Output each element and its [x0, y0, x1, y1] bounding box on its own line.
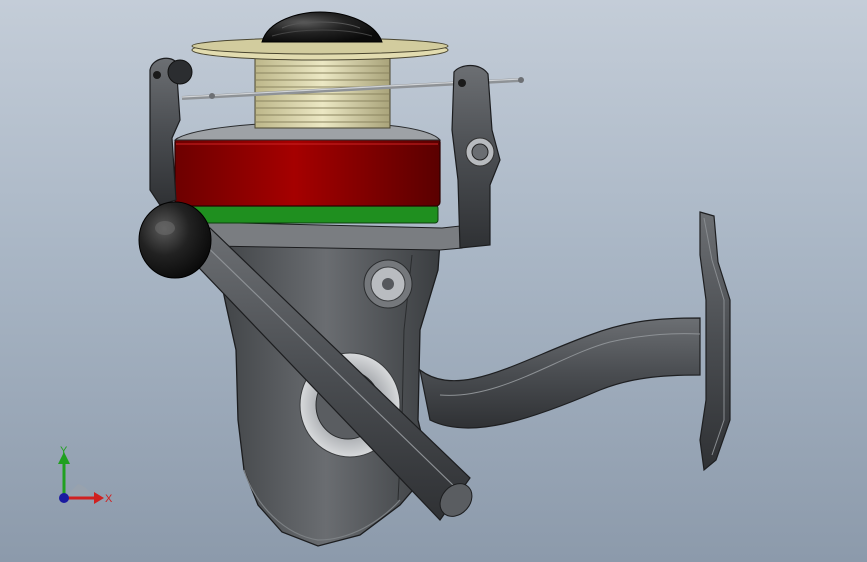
crank-knob[interactable]	[138, 201, 212, 279]
rotor[interactable]	[174, 137, 441, 207]
rotor-base[interactable]	[197, 221, 463, 251]
reel-foot[interactable]	[699, 211, 731, 472]
coordinate-triad: Y X	[58, 445, 113, 505]
drag-knob[interactable]	[261, 11, 383, 43]
reel-stem[interactable]	[419, 317, 701, 429]
rotor-green-ring[interactable]	[179, 204, 439, 224]
z-axis-dot	[59, 493, 69, 503]
bail-arm-right[interactable]	[451, 64, 501, 249]
housing-screw[interactable]	[363, 259, 413, 309]
x-axis-label: X	[105, 493, 113, 505]
graphics-viewport[interactable]: Y X	[0, 0, 867, 562]
spool[interactable]	[191, 37, 449, 129]
y-axis-label: Y	[60, 445, 68, 457]
fishing-reel-model[interactable]	[0, 0, 867, 562]
